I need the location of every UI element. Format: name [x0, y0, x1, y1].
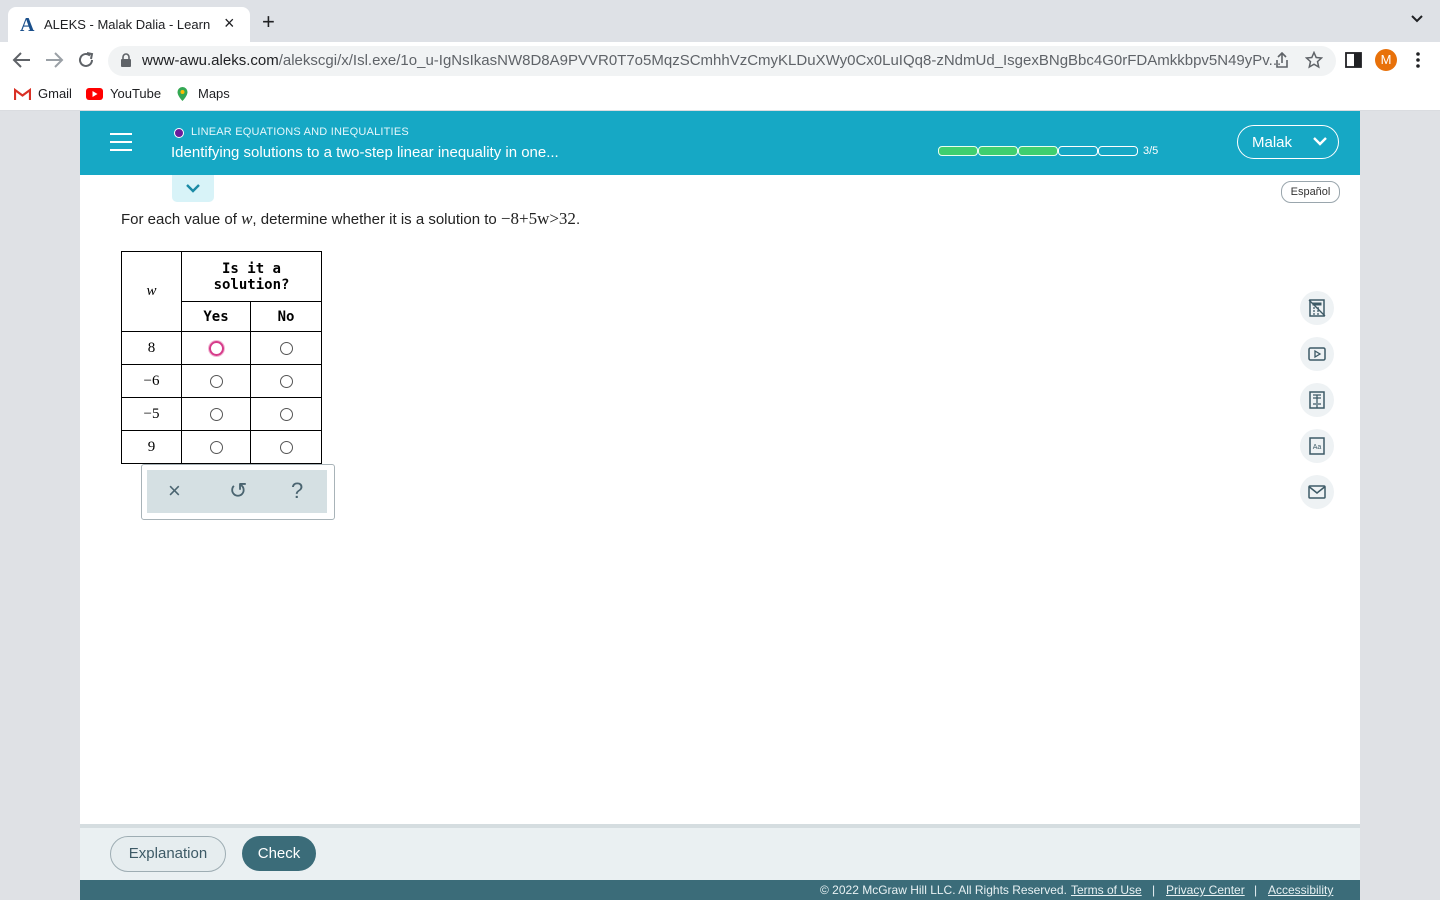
- yes-cell: [181, 364, 251, 398]
- topic-category: LINEAR EQUATIONS AND INEQUALITIES: [191, 126, 409, 138]
- dictionary-button[interactable]: Aa: [1300, 429, 1334, 463]
- bookmark-star-icon[interactable]: [1305, 51, 1323, 69]
- progress-segment-2: [978, 146, 1018, 156]
- problem-prompt: For each value of w, determine whether i…: [121, 209, 580, 229]
- aleks-logo-icon: A: [20, 14, 35, 36]
- w-value: −5: [121, 397, 182, 431]
- no-cell: [250, 430, 322, 464]
- no-radio[interactable]: [279, 375, 293, 389]
- no-radio[interactable]: [279, 342, 293, 356]
- reload-icon[interactable]: [77, 51, 95, 69]
- bookmark-maps[interactable]: Maps: [198, 86, 230, 101]
- url-path: /alekscgi/x/Isl.exe/1o_u-IgNsIkasNW8D8A9…: [278, 52, 1282, 69]
- yes-cell: [181, 397, 251, 431]
- table-row: −6: [121, 364, 322, 398]
- variable-header-text: w: [146, 283, 157, 299]
- message-icon: [1308, 485, 1326, 499]
- tab-title: ALEKS - Malak Dalia - Learn: [44, 17, 211, 32]
- message-button[interactable]: [1300, 475, 1334, 509]
- prompt-prefix: For each value of: [121, 211, 242, 228]
- variable-header: w: [121, 251, 182, 332]
- bookmark-youtube[interactable]: YouTube: [110, 86, 161, 101]
- bookmark-gmail[interactable]: Gmail: [38, 86, 72, 101]
- yes-radio[interactable]: [208, 341, 224, 357]
- calculator-button[interactable]: [1300, 291, 1334, 325]
- progress-count: 3/5: [1143, 145, 1159, 157]
- svg-text:Aa: Aa: [1313, 444, 1322, 451]
- legal-separator: |: [1254, 883, 1258, 897]
- ebook-icon: [1309, 391, 1325, 409]
- close-tab-icon[interactable]: ×: [224, 13, 235, 34]
- table-row: 8: [121, 331, 322, 365]
- no-cell: [250, 331, 322, 365]
- w-value: −6: [121, 364, 182, 398]
- check-button[interactable]: Check: [242, 836, 316, 871]
- topic-title: Identifying solutions to a two-step line…: [171, 144, 559, 161]
- video-button[interactable]: [1300, 337, 1334, 371]
- terms-link[interactable]: Terms of Use: [1071, 883, 1142, 897]
- yes-radio[interactable]: [209, 408, 223, 422]
- no-radio[interactable]: [279, 408, 293, 422]
- progress-segment-4: [1058, 146, 1098, 156]
- new-tab-button[interactable]: +: [262, 11, 275, 33]
- inequality-expression: −8+5w>32: [500, 209, 576, 228]
- yes-column-header: Yes: [181, 301, 251, 332]
- undo-icon[interactable]: ↺: [229, 478, 247, 504]
- lock-icon[interactable]: [120, 53, 132, 68]
- progress-segment-3: [1018, 146, 1058, 156]
- back-arrow-icon[interactable]: [12, 51, 32, 69]
- w-value: 8: [121, 331, 182, 365]
- prompt-variable: w: [241, 209, 253, 228]
- explanation-button[interactable]: Explanation: [110, 836, 226, 872]
- browser-menu-icon[interactable]: [1416, 52, 1420, 68]
- user-menu-button[interactable]: Malak: [1237, 125, 1339, 159]
- prompt-middle: , determine whether it is a solution to: [252, 211, 501, 228]
- prompt-suffix: .: [575, 211, 581, 228]
- legal-separator: |: [1152, 883, 1156, 897]
- no-cell: [250, 364, 322, 398]
- no-radio[interactable]: [279, 441, 293, 455]
- ebook-button[interactable]: [1300, 383, 1334, 417]
- language-toggle-button[interactable]: Español: [1281, 181, 1340, 203]
- app-header: [80, 111, 1360, 175]
- side-panel-icon[interactable]: [1345, 52, 1362, 68]
- url-text[interactable]: www-awu.aleks.com/alekscgi/x/Isl.exe/1o_…: [142, 52, 1281, 69]
- help-icon[interactable]: ?: [291, 478, 303, 504]
- yes-radio[interactable]: [209, 375, 223, 389]
- accessibility-link[interactable]: Accessibility: [1268, 883, 1333, 897]
- progress-segment-1: [938, 146, 978, 156]
- yes-radio[interactable]: [209, 441, 223, 455]
- maps-icon: [177, 87, 188, 101]
- topic-status-dot: [174, 128, 184, 138]
- w-value: 9: [121, 430, 182, 464]
- yes-cell: [181, 430, 251, 464]
- youtube-icon: [86, 88, 103, 100]
- hamburger-menu-icon[interactable]: [110, 133, 132, 157]
- chevron-down-icon: [1313, 137, 1327, 146]
- yes-cell: [181, 331, 251, 365]
- user-name: Malak: [1252, 134, 1293, 151]
- share-icon[interactable]: [1274, 52, 1290, 69]
- progress-segment-5: [1098, 146, 1138, 156]
- collapse-header-button[interactable]: [172, 175, 214, 202]
- no-cell: [250, 397, 322, 431]
- copyright-text: © 2022 McGraw Hill LLC. All Rights Reser…: [820, 883, 1067, 897]
- privacy-link[interactable]: Privacy Center: [1166, 883, 1245, 897]
- tab-search-chevron-icon[interactable]: [1410, 14, 1424, 24]
- clear-icon[interactable]: ×: [168, 478, 181, 504]
- chevron-down-icon: [186, 184, 200, 193]
- browser-tab[interactable]: A ALEKS - Malak Dalia - Learn ×: [8, 7, 250, 42]
- url-host: www-awu.aleks.com: [142, 52, 279, 69]
- forward-arrow-icon[interactable]: [44, 51, 64, 69]
- dictionary-icon: Aa: [1309, 437, 1325, 455]
- video-icon: [1308, 347, 1326, 361]
- calculator-icon: [1308, 299, 1326, 317]
- answer-table: w Is it a solution? Yes No 8 −6 −5 9: [121, 251, 322, 464]
- no-column-header: No: [250, 301, 322, 332]
- question-header: Is it a solution?: [181, 251, 322, 302]
- table-row: −5: [121, 397, 322, 431]
- profile-avatar[interactable]: M: [1375, 49, 1397, 71]
- gmail-icon: [14, 88, 31, 100]
- table-row: 9: [121, 430, 322, 464]
